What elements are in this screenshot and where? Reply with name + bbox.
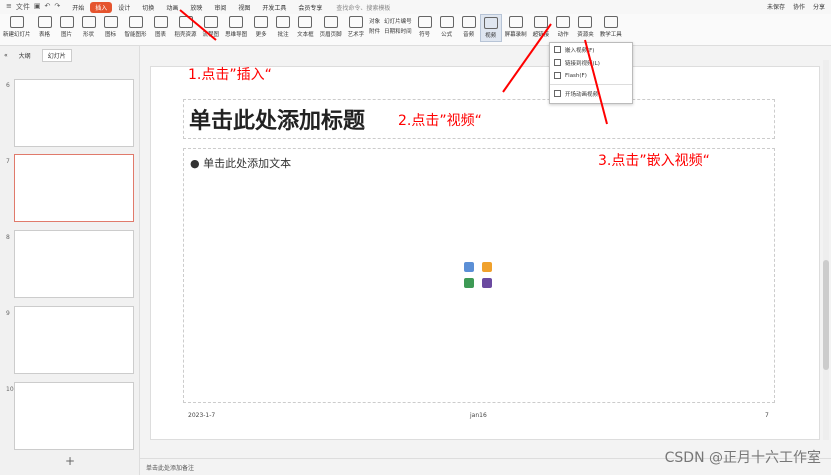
- annotation-arrows: [179, 9, 608, 125]
- annotation-step2: 2.点击”视频“: [398, 113, 482, 129]
- annotation-step1: 1.点击”插入“: [188, 67, 272, 83]
- annotation-step3: 3.点击”嵌入视频“: [598, 153, 710, 169]
- watermark: CSDN @正月十六工作室: [664, 450, 821, 466]
